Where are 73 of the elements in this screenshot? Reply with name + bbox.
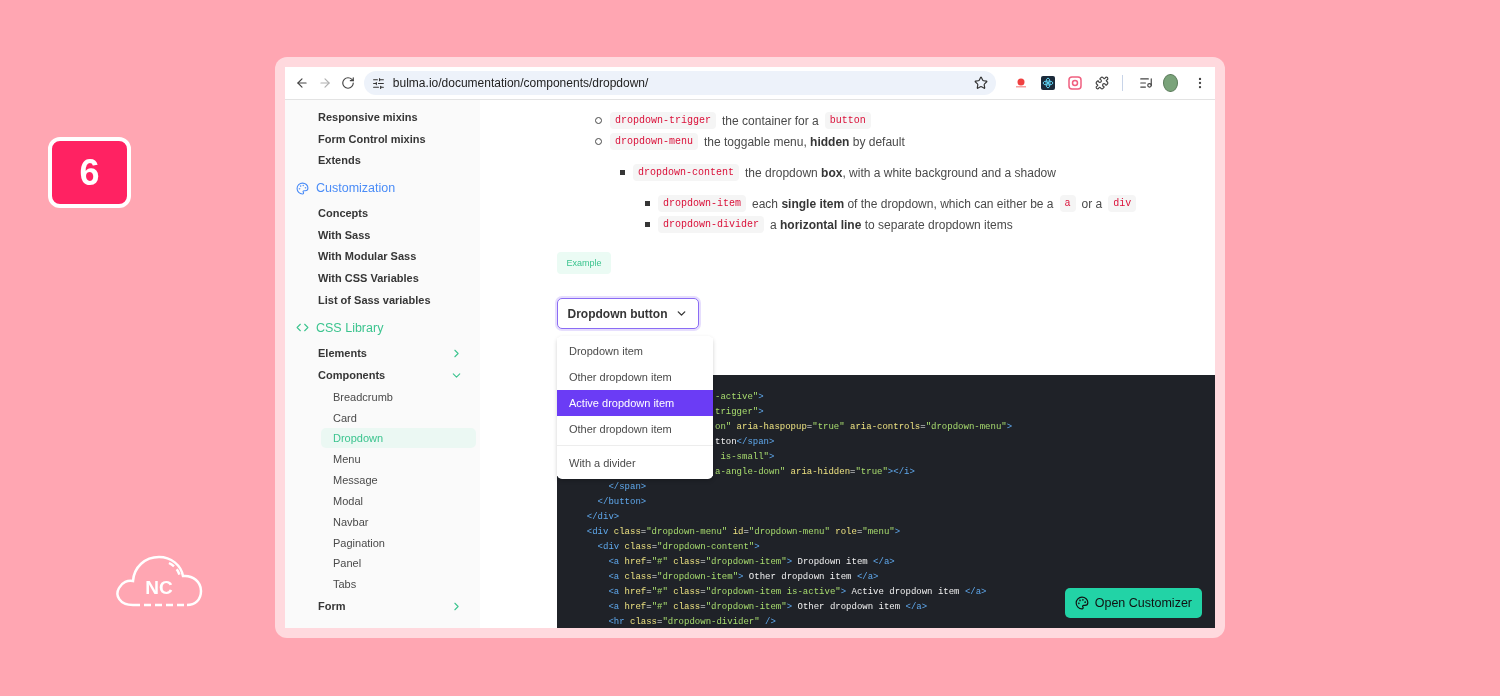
- sidebar-link[interactable]: Extends: [285, 150, 480, 173]
- code-line: <hr class="dropdown-divider" />: [607, 616, 776, 628]
- code-tag: dropdown-content: [633, 164, 739, 181]
- star-icon[interactable]: [973, 76, 988, 90]
- bullet-icon: [645, 201, 650, 206]
- sidebar-link[interactable]: With Sass: [285, 224, 480, 247]
- palette-icon: [1074, 596, 1089, 610]
- code-line: -active">: [715, 391, 764, 404]
- dropdown-option[interactable]: With a divider: [557, 450, 713, 476]
- dropdown-option[interactable]: Other dropdown item: [557, 416, 713, 442]
- code-tag: dropdown-divider: [658, 216, 764, 233]
- code-line: on" aria-haspopup="true" aria-controls="dropdown-menu">: [715, 421, 1013, 434]
- sidebar-item[interactable]: Panel: [321, 553, 476, 574]
- description-text: each single item of the dropdown, which can either be a: [752, 196, 1054, 211]
- code-tag: dropdown-menu: [610, 133, 698, 150]
- code-line: a-angle-down" aria-hidden="true"></i>: [715, 466, 915, 479]
- bullet-icon: [645, 222, 650, 227]
- code-line: <a class="dropdown-item"> Other dropdown item </a>: [607, 571, 879, 584]
- sidebar-group[interactable]: Elements: [285, 342, 480, 365]
- sidebar-item[interactable]: Modal: [321, 490, 476, 511]
- sidebar-item[interactable]: Breadcrumb: [321, 386, 476, 407]
- sidebar-item[interactable]: Tabs: [321, 574, 476, 595]
- sidebar-item[interactable]: Navbar: [321, 511, 476, 532]
- open-customizer-button[interactable]: Open Customizer: [1064, 588, 1202, 618]
- sidebar-link[interactable]: Responsive mixins: [285, 107, 480, 129]
- address-bar[interactable]: bulma.io/documentation/components/dropdown/: [363, 71, 996, 95]
- code-tag: a: [1059, 195, 1076, 212]
- palette-icon: [296, 181, 309, 195]
- description-text: a horizontal line to separate dropdown items: [770, 217, 1013, 232]
- code-line: </button>: [596, 496, 647, 509]
- sidebar-item[interactable]: Menu: [321, 449, 476, 470]
- example-tag: Example: [557, 252, 611, 274]
- description-text: the toggable menu, hidden by default: [704, 134, 905, 149]
- code-tag: button: [824, 112, 871, 129]
- reload-icon: [341, 76, 356, 90]
- sidebar-link[interactable]: Concepts: [285, 203, 480, 225]
- code-line: </div>: [585, 511, 620, 524]
- code-line: </span>: [607, 481, 647, 494]
- code-line: <a href="#" class="dropdown-item"> Dropdown item </a>: [607, 556, 895, 569]
- code-line: <a href="#" class="dropdown-item"> Other dropdown item </a>: [607, 601, 928, 614]
- dropdown-option[interactable]: Dropdown item: [557, 338, 713, 364]
- code-line: <div class="dropdown-content">: [596, 541, 760, 554]
- cloud-logo: NC: [113, 550, 205, 610]
- sidebar-link[interactable]: With Modular Sass: [285, 246, 480, 269]
- code-tag: div: [1108, 195, 1137, 212]
- sidebar-item[interactable]: Card: [321, 407, 476, 428]
- code-icon: [296, 321, 309, 334]
- step-badge: 6: [48, 137, 131, 208]
- code-tag: dropdown-trigger: [610, 112, 716, 129]
- description-text: the dropdown box, with a white background and a shadow: [745, 165, 1056, 180]
- code-line: is-small">: [719, 451, 775, 464]
- avatar[interactable]: [1163, 74, 1179, 92]
- code-line: <a href="#" class="dropdown-item is-active"> Active dropdown item </a>: [607, 586, 987, 599]
- sidebar-group[interactable]: Form: [285, 595, 480, 617]
- description-text: or a: [1081, 196, 1103, 211]
- sidebar-item[interactable]: Pagination: [321, 532, 476, 553]
- code-line: <div class="dropdown-menu" id="dropdown-menu" role="menu">: [585, 526, 901, 539]
- sidebar-group[interactable]: Components: [285, 364, 480, 386]
- bullet-icon: [620, 170, 625, 175]
- sidebar-link[interactable]: With CSS Variables: [285, 268, 480, 290]
- sidebar-link[interactable]: Form Control mixins: [285, 128, 480, 151]
- dropdown-option[interactable]: Other dropdown item: [557, 364, 713, 390]
- sidebar-item[interactable]: Message: [321, 470, 476, 491]
- site-settings-icon[interactable]: [371, 76, 385, 90]
- arrow-right-icon: [318, 76, 333, 90]
- arrow-left-icon: [295, 76, 310, 90]
- sidebar-link[interactable]: List of Sass variables: [285, 289, 480, 312]
- description-text: the container for a: [722, 113, 819, 128]
- code-line: trigger">: [715, 406, 764, 419]
- dropdown-option[interactable]: Active dropdown item: [557, 390, 713, 416]
- code-tag: dropdown-item: [658, 195, 746, 212]
- dropdown-button[interactable]: Dropdown button: [557, 298, 699, 329]
- code-line: tton</span>: [715, 436, 775, 449]
